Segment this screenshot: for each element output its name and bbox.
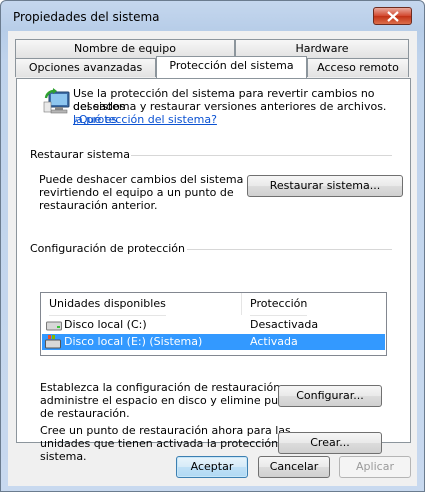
info-text-line2-main: del sistema y restaurar versiones anteri… <box>73 100 387 113</box>
restore-desc-line1: Puede deshacer cambios del sistema <box>39 173 244 186</box>
drive-row-e[interactable]: Disco local (E:) (Sistema) Activada <box>42 334 385 350</box>
ok-button[interactable]: Aceptar <box>176 456 248 478</box>
drive-name-c: Disco local (C:) <box>64 318 147 331</box>
restore-desc-line3: restauración anterior. <box>39 199 158 212</box>
tab-opciones-avanzadas[interactable]: Opciones avanzadas <box>15 58 156 77</box>
drive-icon <box>46 321 62 331</box>
column-header-drives[interactable]: Unidades disponibles <box>49 293 166 316</box>
close-button[interactable] <box>373 7 412 25</box>
system-properties-window: Propiedades del sistema Nombre de equipo… <box>0 0 425 492</box>
column-header-protection[interactable]: Protección <box>250 293 308 316</box>
title-bar[interactable]: Propiedades del sistema <box>1 1 424 31</box>
protection-section-title: Configuración de protección <box>30 242 186 255</box>
close-icon <box>387 11 399 22</box>
restore-separator <box>131 155 392 156</box>
drive-row-c[interactable]: Disco local (C:) Desactivada <box>42 317 385 333</box>
tab-acceso-remoto[interactable]: Acceso remoto <box>307 58 409 77</box>
system-drive-icon <box>45 335 61 349</box>
restore-system-button[interactable]: Restaurar sistema... <box>247 175 403 197</box>
drives-list[interactable]: Unidades disponibles Protección Disco lo… <box>40 292 387 356</box>
window-title: Propiedades del sistema <box>13 10 160 24</box>
system-protection-icon <box>43 88 70 114</box>
tab-proteccion-del-sistema[interactable]: Protección del sistema <box>156 56 307 78</box>
dialog-client-area: Nombre de equipo Hardware Opciones avanz… <box>8 31 417 486</box>
protection-separator <box>187 249 392 250</box>
restore-section-title: Restaurar sistema <box>30 148 131 161</box>
cancel-button[interactable]: Cancelar <box>258 456 330 478</box>
drive-status-c: Desactivada <box>250 318 319 331</box>
configure-button[interactable]: Configurar... <box>278 385 382 407</box>
column-divider <box>241 293 242 315</box>
create-button[interactable]: Crear... <box>278 432 382 454</box>
create-desc-line3: sistema. <box>40 450 87 463</box>
restore-desc-line2: revirtiendo el equipo a un punto de <box>39 186 234 199</box>
drive-name-e: Disco local (E:) (Sistema) <box>64 335 203 348</box>
what-is-system-protection-link-2[interactable]: la protección del sistema? <box>73 113 217 126</box>
apply-button[interactable]: Aplicar <box>339 456 411 478</box>
drive-status-e: Activada <box>250 335 298 348</box>
